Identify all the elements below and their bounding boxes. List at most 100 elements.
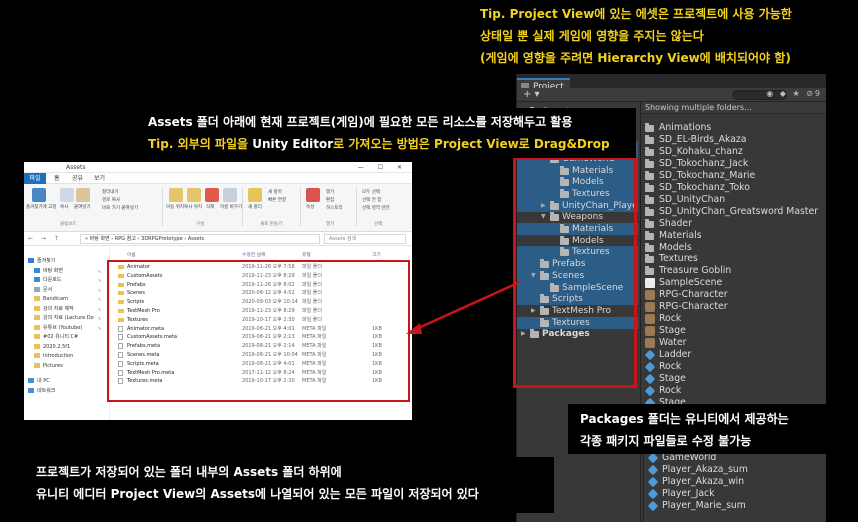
ribbon-separator: [300, 188, 301, 226]
assets-caption-line-2: Tip. 외부의 파일을 Unity Editor로 가져오는 방법은 Proj…: [148, 133, 626, 155]
asset-item-label: Ladder: [659, 349, 692, 361]
prefab-icon: [647, 452, 659, 464]
nav-item[interactable]: Introduction: [34, 353, 73, 360]
nav-item[interactable]: Pictures: [34, 362, 63, 370]
open-label[interactable]: 열기: [326, 189, 334, 195]
column-type[interactable]: 유형: [302, 251, 311, 258]
cut-label[interactable]: 잘라내기: [102, 189, 119, 195]
asset-item-label: Stage: [659, 372, 686, 384]
pin-icon[interactable]: ✎: [98, 315, 101, 322]
nav-item[interactable]: 바탕 화면 ✎: [34, 267, 101, 275]
nav-item[interactable]: 문서 ✎: [34, 286, 101, 294]
new-folder-icon[interactable]: [248, 188, 262, 202]
project-tab-bar: Project: [517, 74, 826, 92]
paste-icon[interactable]: [76, 188, 90, 202]
model-icon: [645, 338, 655, 349]
pin-icon[interactable]: [32, 188, 46, 202]
tip-line-2: 상태일 뿐 실제 게임에 영향을 주지는 않는다: [480, 29, 704, 43]
bottom-caption: 프로젝트가 저장되어 있는 폴더 내부의 Assets 폴더 하위에 유니티 에…: [26, 457, 554, 513]
column-name[interactable]: 이름: [127, 251, 136, 258]
pin-icon[interactable]: ✎: [98, 306, 101, 313]
menu-share[interactable]: 공유: [72, 173, 83, 184]
delete-icon[interactable]: [205, 188, 219, 202]
properties-label: 속성: [306, 205, 315, 210]
pin-icon[interactable]: ✎: [98, 296, 101, 303]
asset-item-label: Player_Jack: [662, 488, 715, 499]
pin-icon[interactable]: ✎: [98, 277, 101, 284]
nav-item[interactable]: Bandicam ✎: [34, 296, 101, 303]
nav-item-label: 2020.2.5f1: [43, 343, 71, 350]
ribbon-separator: [162, 188, 163, 226]
nav-item-label: 강의 자료 제작: [43, 305, 74, 312]
nav-item[interactable]: 강의 자료 제작 ✎: [34, 305, 101, 313]
nav-item-label: Bandicam: [43, 296, 68, 302]
folder-icon: [34, 324, 40, 330]
explorer-search-input[interactable]: Assets 검색: [324, 234, 406, 244]
nav-item[interactable]: 2020.2.5f1: [34, 343, 71, 351]
nav-item-label: #02 유니티 C#: [43, 334, 79, 340]
paste-shortcut-label[interactable]: 바로 가기 붙여넣기: [102, 205, 138, 211]
pin-icon[interactable]: ✎: [98, 268, 101, 275]
create-button[interactable]: + ▾: [523, 88, 540, 101]
select-all-label[interactable]: 모두 선택: [362, 189, 380, 195]
folder-icon: [645, 206, 654, 216]
navigation-pane: 즐겨찾기 바탕 화면 ✎ 다운로드 ✎ 문서 ✎ Bandicam ✎ 강의 자료 제작 ✎ 강의 자…: [24, 248, 110, 420]
window-controls[interactable]: — ☐ ✕: [358, 162, 408, 173]
copy-to-icon[interactable]: [187, 188, 201, 202]
packages-caption-line-2: 각종 패키지 파일들로 수정 불가능: [580, 434, 752, 448]
bottom-caption-line-1: 프로젝트가 저장되어 있는 폴더 내부의 Assets 폴더 하위에: [36, 465, 342, 479]
menu-file[interactable]: 파일: [24, 173, 46, 184]
new-folder-label: 새 폴더: [248, 205, 262, 210]
copy-path-label[interactable]: 경로 복사: [102, 197, 120, 203]
folder-icon: [645, 254, 654, 264]
pc-icon: [28, 378, 34, 383]
invert-selection-label[interactable]: 선택 영역 반전: [362, 205, 390, 211]
asset-item-label: Water: [659, 337, 687, 349]
assets-caption: Assets 폴더 아래에 현재 프로젝트(게임)에 필요한 모든 리소스를 저…: [140, 108, 636, 158]
menu-home[interactable]: 홈: [54, 173, 60, 184]
menu-view[interactable]: 보기: [94, 173, 105, 184]
column-size[interactable]: 크기: [372, 251, 381, 258]
assets-caption-line-1: Assets 폴더 아래에 현재 프로젝트(게임)에 필요한 모든 리소스를 저…: [148, 115, 573, 129]
nav-item[interactable]: 네트워크: [28, 387, 55, 395]
nav-item-label: 강의 자료 (Lecture Do: [43, 315, 94, 321]
asset-item-label: Stage: [659, 325, 686, 337]
folder-icon: [34, 343, 40, 349]
copy-icon[interactable]: [60, 188, 74, 202]
folder-icon: [34, 296, 40, 301]
asset-item-label: Player_Akaza_sum: [662, 464, 748, 475]
nav-item-label: 문서: [43, 286, 53, 293]
rename-icon[interactable]: [223, 188, 237, 202]
select-none-label[interactable]: 선택 안 함: [362, 197, 381, 203]
column-date[interactable]: 수정한 날짜: [242, 251, 266, 258]
easy-access-label[interactable]: 빠른 연결: [268, 197, 286, 203]
asset-item-label: Rock: [659, 313, 682, 325]
address-bar[interactable]: « 바탕 화면 › RPG 참고 › 3DRPGPrototype › Asse…: [80, 234, 320, 244]
bottom-caption-line-2: 유니티 에디터 Project View의 Assets에 나열되어 있는 모든…: [36, 487, 479, 501]
explorer-ribbon: 즐겨찾기에 고정 복사 붙여넣기 잘라내기 경로 복사 바로 가기 붙여넣기 클…: [24, 184, 412, 232]
nav-item[interactable]: 다운로드 ✎: [34, 277, 101, 284]
nav-item[interactable]: 유튜브 (Youtube) ✎: [34, 324, 101, 332]
pin-icon[interactable]: ✎: [98, 325, 101, 332]
nav-item[interactable]: #02 유니티 C#: [34, 334, 78, 341]
properties-icon[interactable]: [306, 188, 320, 202]
nav-item[interactable]: 즐겨찾기: [28, 258, 55, 265]
doc-icon: [34, 286, 40, 292]
net-icon: [28, 387, 34, 393]
nav-item-label: 다운로드: [43, 277, 62, 283]
nav-item[interactable]: 강의 자료 (Lecture Do ✎: [34, 315, 101, 322]
folder-icon: [645, 123, 654, 132]
toolbar-filter-icons[interactable]: ◉ ◆ ★ ⊘9: [766, 89, 822, 98]
blue-icon: [34, 267, 40, 273]
new-item-label[interactable]: 새 항목: [268, 189, 282, 195]
history-label[interactable]: 히스토리: [326, 205, 343, 211]
pin-icon[interactable]: ✎: [98, 287, 101, 294]
nav-item-label: 바탕 화면: [43, 267, 63, 274]
move-to-icon[interactable]: [169, 188, 183, 202]
ribbon-group-clipboard: 클립보드: [60, 222, 77, 227]
nav-item[interactable]: 내 PC: [28, 378, 50, 385]
prefab-icon: [647, 488, 659, 500]
edit-label[interactable]: 편집: [326, 197, 334, 203]
asset-item-label: SD_EL-Birds_Akaza: [659, 133, 747, 145]
nav-arrows[interactable]: ← → ↑: [28, 235, 62, 242]
